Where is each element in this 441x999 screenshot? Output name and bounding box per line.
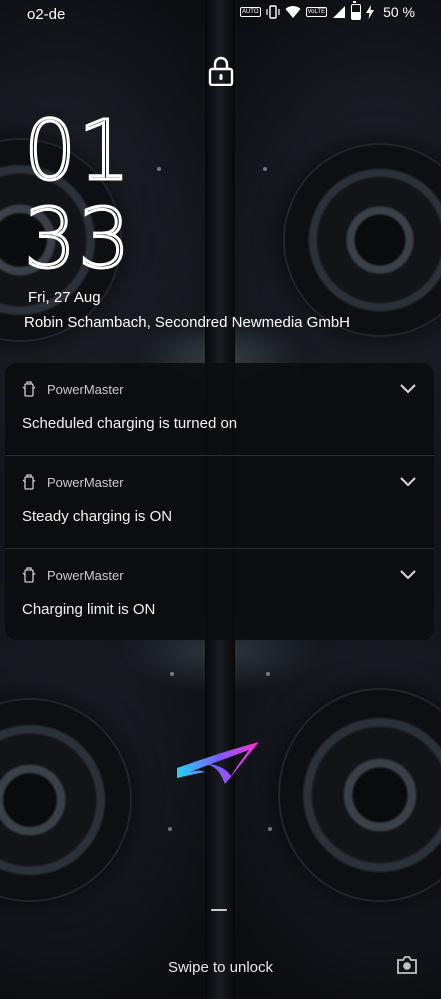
chevron-down-icon[interactable]	[400, 476, 416, 488]
notification-title: Steady charging is ON	[22, 508, 173, 525]
chevron-down-icon[interactable]	[400, 383, 416, 395]
powermaster-icon	[22, 567, 36, 583]
swipe-handle	[211, 909, 227, 911]
wifi-icon	[285, 5, 300, 18]
wallpaper-speaker	[280, 690, 441, 900]
clock-minutes: 33	[22, 192, 133, 287]
battery-percent: 50 %	[383, 4, 415, 20]
nfc-auto-icon: AUTO	[239, 7, 261, 17]
notification-item[interactable]: PowerMaster Charging limit is ON	[5, 548, 434, 641]
swipe-to-unlock-hint[interactable]: Swipe to unlock	[0, 959, 441, 976]
wallpaper-speaker	[0, 700, 130, 900]
lock-icon	[208, 56, 234, 86]
notification-header: PowerMaster	[22, 567, 124, 583]
notification-app-name: PowerMaster	[47, 567, 124, 583]
notification-item[interactable]: PowerMaster Scheduled charging is turned…	[5, 363, 434, 455]
notification-header: PowerMaster	[22, 381, 124, 397]
volte-icon: VoLTE	[305, 7, 328, 17]
notification-title: Charging limit is ON	[22, 601, 156, 618]
notification-item[interactable]: PowerMaster Steady charging is ON	[5, 455, 434, 548]
status-icons: AUTO VoLTE 50 %	[239, 1, 415, 20]
notification-header: PowerMaster	[22, 474, 124, 490]
clock-hours: 01	[22, 104, 133, 199]
date-label: Fri, 27 Aug	[28, 289, 101, 306]
clock: 01 33	[22, 104, 133, 287]
notification-app-name: PowerMaster	[47, 381, 124, 397]
vibrate-icon	[265, 5, 280, 19]
carrier-label: o2-de	[27, 6, 66, 23]
powermaster-icon	[22, 474, 36, 490]
status-bar[interactable]: o2-de AUTO VoLTE 50 %	[0, 0, 441, 28]
powermaster-icon	[22, 381, 36, 397]
notification-title: Scheduled charging is turned on	[22, 415, 238, 432]
wallpaper-speaker	[285, 145, 441, 335]
rog-logo	[177, 742, 259, 784]
camera-icon[interactable]	[396, 955, 418, 975]
signal-icon	[333, 6, 346, 18]
notification-app-name: PowerMaster	[47, 474, 124, 490]
battery-icon	[351, 1, 362, 20]
charging-icon	[366, 5, 375, 19]
chevron-down-icon[interactable]	[400, 569, 416, 581]
owner-info: Robin Schambach, Secondred Newmedia GmbH	[24, 314, 350, 331]
notification-panel: PowerMaster Scheduled charging is turned…	[5, 363, 434, 640]
